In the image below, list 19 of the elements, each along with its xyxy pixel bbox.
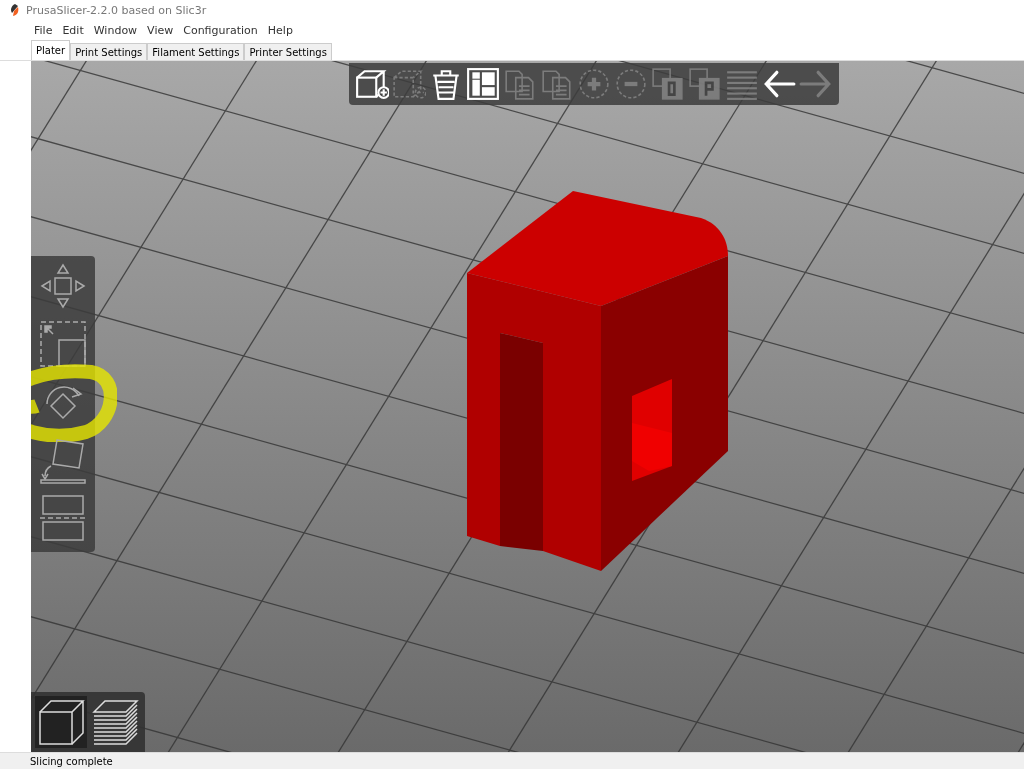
- menu-item[interactable]: File: [34, 23, 53, 37]
- place-on-face-icon[interactable]: [39, 436, 87, 484]
- tab[interactable]: Print Settings: [70, 43, 148, 60]
- app-logo-icon: [10, 4, 20, 16]
- menu-item[interactable]: View: [147, 23, 174, 37]
- menu-item[interactable]: Help: [267, 23, 293, 37]
- tab[interactable]: Filament Settings: [147, 43, 245, 60]
- status-text: Slicing complete: [30, 755, 113, 767]
- add-cube-icon[interactable]: [355, 67, 389, 101]
- move-icon[interactable]: [39, 262, 87, 310]
- tab[interactable]: Printer Settings: [244, 43, 332, 60]
- arrange-icon[interactable]: [466, 67, 500, 101]
- window-title: PrusaSlicer-2.2.0 based on Slic3r: [26, 3, 207, 17]
- menu-item[interactable]: Edit: [62, 23, 84, 37]
- menu-item[interactable]: Window: [93, 23, 138, 37]
- scale-icon[interactable]: [39, 320, 87, 368]
- cut-icon[interactable]: [39, 494, 87, 542]
- tab[interactable]: Plater: [31, 40, 71, 60]
- menu-item[interactable]: Configuration: [183, 23, 258, 37]
